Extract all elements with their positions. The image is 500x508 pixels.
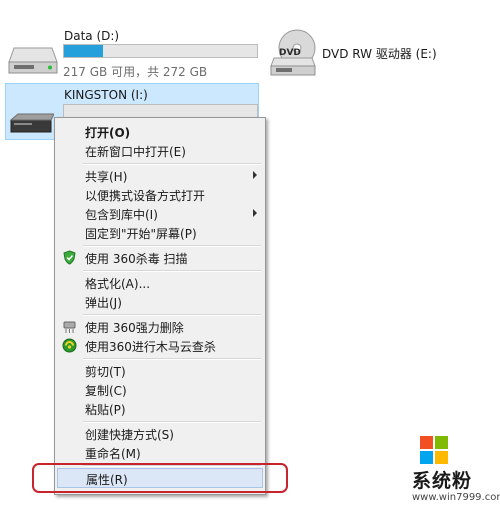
menu-item-paste[interactable]: 粘贴(P) (57, 399, 263, 418)
menu-label: 以便携式设备方式打开 (85, 189, 206, 203)
drive-usage-bar-kingston (63, 104, 258, 118)
menu-label: 共享(H) (85, 170, 128, 184)
dvd-badge: DVD (279, 48, 301, 58)
menu-label: 使用 360杀毒 扫描 (85, 252, 188, 266)
menu-item-open-as-portable[interactable]: 以便携式设备方式打开 (57, 185, 263, 204)
menu-item-pin-to-start[interactable]: 固定到"开始"屏幕(P) (57, 223, 263, 242)
menu-item-share[interactable]: 共享(H) (57, 166, 263, 185)
menu-separator (83, 358, 261, 360)
menu-item-open-new-window[interactable]: 在新窗口中打开(E) (57, 141, 263, 160)
menu-separator (83, 314, 261, 316)
submenu-arrow-icon (253, 209, 257, 217)
menu-separator (83, 163, 261, 165)
drive-usage-bar-data (63, 44, 258, 58)
menu-item-360-scan[interactable]: 使用 360杀毒 扫描 (57, 248, 263, 267)
menu-item-rename[interactable]: 重命名(M) (57, 443, 263, 462)
menu-item-include-in-library[interactable]: 包含到库中(I) (57, 204, 263, 223)
windows-logo-icon (420, 436, 448, 464)
menu-label: 在新窗口中打开(E) (85, 145, 186, 159)
drive-size-data: 217 GB 可用，共 272 GB (63, 65, 208, 79)
menu-item-copy[interactable]: 复制(C) (57, 380, 263, 399)
menu-label: 打开(O) (85, 126, 131, 140)
menu-item-open[interactable]: 打开(O) (57, 122, 263, 141)
menu-label: 包含到库中(I) (85, 208, 158, 222)
menu-item-eject[interactable]: 弹出(J) (57, 292, 263, 311)
360-antivirus-shield-icon (63, 250, 76, 265)
submenu-arrow-icon (253, 171, 257, 179)
menu-label: 粘贴(P) (85, 403, 126, 417)
drive-name-data[interactable]: Data (D:) (64, 29, 119, 43)
menu-label: 弹出(J) (85, 296, 122, 310)
menu-item-360-trojan-scan[interactable]: 使用360进行木马云查杀 (57, 336, 263, 355)
menu-label: 剪切(T) (85, 365, 126, 379)
menu-separator (83, 421, 261, 423)
menu-label: 重命名(M) (85, 447, 141, 461)
dvd-drive-icon[interactable]: DVD (270, 28, 316, 78)
menu-separator (83, 270, 261, 272)
properties-highlight-ring (32, 463, 288, 493)
menu-label: 固定到"开始"屏幕(P) (85, 227, 197, 241)
drive-name-dvd[interactable]: DVD RW 驱动器 (E:) (322, 45, 437, 62)
menu-label: 复制(C) (85, 384, 127, 398)
menu-label: 格式化(A)... (85, 277, 151, 291)
menu-label: 使用360进行木马云查杀 (85, 340, 216, 354)
drive-usage-fill (64, 45, 103, 57)
menu-item-format[interactable]: 格式化(A)... (57, 273, 263, 292)
menu-label: 使用 360强力删除 (85, 321, 184, 335)
usb-drive-icon[interactable] (10, 112, 54, 136)
menu-separator (83, 245, 261, 247)
menu-item-360-force-delete[interactable]: 使用 360强力删除 (57, 317, 263, 336)
watermark-text: 系统粉 (412, 470, 473, 492)
context-menu: 打开(O) 在新窗口中打开(E) 共享(H) 以便携式设备方式打开 包含到库中(… (54, 117, 266, 495)
menu-label: 创建快捷方式(S) (85, 428, 174, 442)
360-trojan-scan-icon (62, 338, 77, 353)
hard-drive-icon[interactable] (8, 40, 58, 76)
drive-name-kingston[interactable]: KINGSTON (I:) (64, 88, 148, 102)
watermark-url: www.win7999.com (412, 492, 500, 503)
menu-item-create-shortcut[interactable]: 创建快捷方式(S) (57, 424, 263, 443)
menu-item-cut[interactable]: 剪切(T) (57, 361, 263, 380)
shredder-icon (63, 321, 76, 333)
